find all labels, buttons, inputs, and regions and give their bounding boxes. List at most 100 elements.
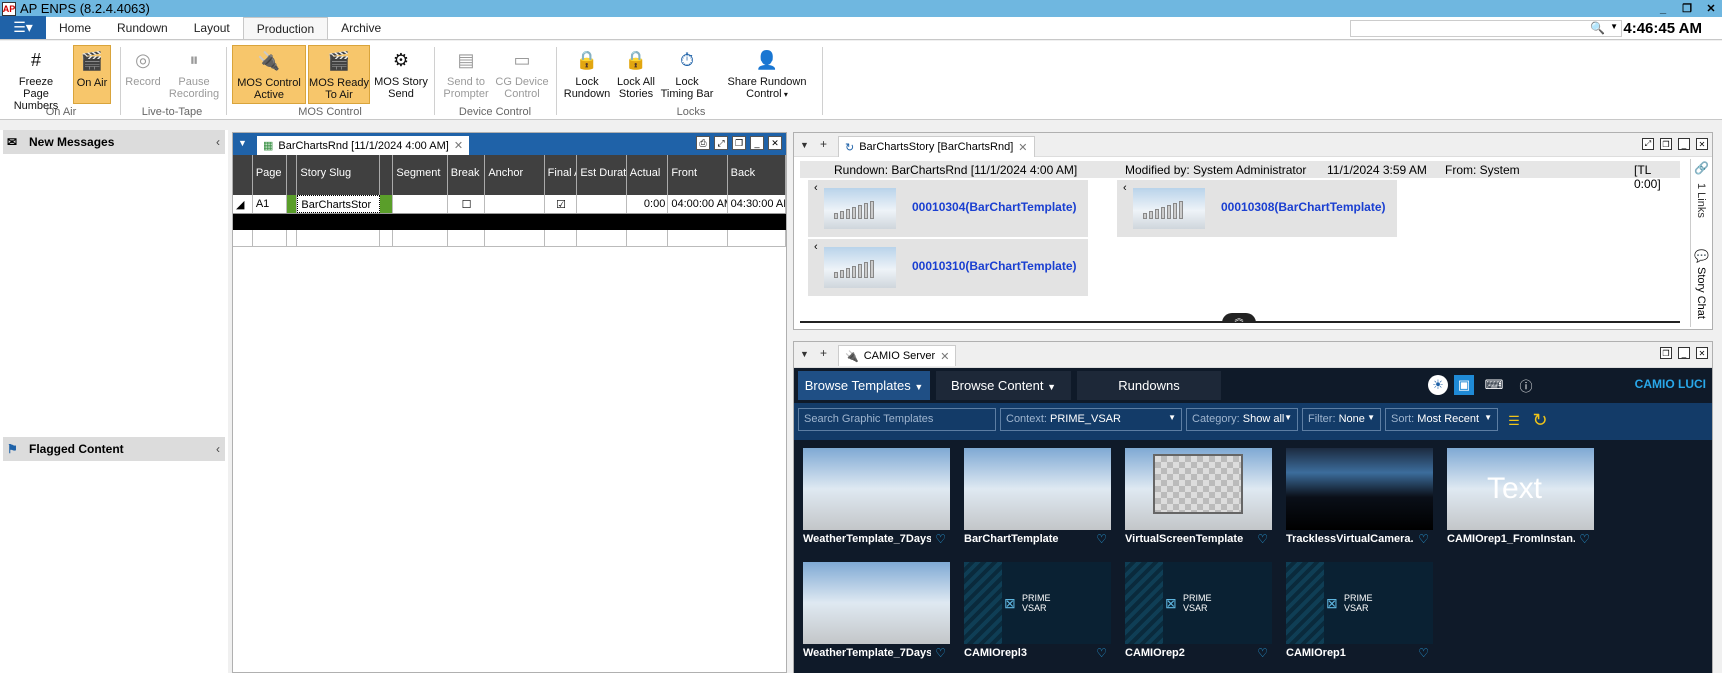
chevron-up-icon[interactable]: ︽ [1222, 313, 1256, 323]
minimize-icon[interactable]: _ [1656, 2, 1670, 16]
category-select[interactable]: Category: Show all ▼ [1186, 408, 1298, 431]
search-icon[interactable]: 🔍 [1590, 21, 1605, 35]
chat-icon[interactable]: 💬 [1694, 249, 1709, 263]
mos-object-link[interactable]: 00010308(BarChartTemplate) [1221, 200, 1386, 214]
template-card[interactable]: Text CAMIOrep1_FromInstan... ♡ [1447, 448, 1594, 546]
app-menu-button[interactable]: ☰▾ [0, 16, 46, 39]
popout-icon[interactable]: ⤢ [1642, 138, 1654, 150]
send-to-prompter-button[interactable]: ▤ Send to Prompter [440, 45, 492, 104]
tab-home[interactable]: Home [46, 17, 104, 39]
template-card[interactable]: ⊠ PRIME VSAR CAMIOrep2 ♡ [1125, 562, 1272, 660]
col-actual[interactable]: Actual [627, 155, 669, 195]
cell-segment[interactable] [393, 195, 448, 213]
table-row[interactable]: ◢ A1 BarChartsStor ☐ ☑ 0:00 04:00:00 AM … [233, 195, 786, 214]
heart-icon[interactable]: ♡ [1257, 532, 1268, 546]
story-chat-tab[interactable]: Story Chat [1695, 267, 1707, 319]
template-card[interactable]: TracklessVirtualCamera... ♡ [1286, 448, 1433, 546]
lock-all-stories-button[interactable]: 🔒 Lock All Stories [614, 45, 658, 104]
heart-icon[interactable]: ♡ [1418, 646, 1429, 660]
links-tab[interactable]: 1 Links [1695, 183, 1707, 218]
close-icon[interactable]: ✕ [1704, 2, 1718, 16]
cell-story-slug[interactable]: BarChartsStor [297, 195, 381, 213]
heart-icon[interactable]: ♡ [1096, 532, 1107, 546]
chevron-down-icon[interactable]: ▼ [1610, 22, 1618, 31]
browse-content-tab[interactable]: Browse Content ▼ [936, 371, 1071, 400]
brightness-icon[interactable]: ☀ [1428, 375, 1448, 395]
tab-rundown[interactable]: Rundown [104, 17, 181, 39]
col-break[interactable]: Break [448, 155, 486, 195]
col-story-slug[interactable]: Story Slug [297, 155, 381, 195]
template-search-input[interactable]: Search Graphic Templates [798, 408, 996, 431]
browse-templates-tab[interactable]: Browse Templates ▼ [798, 371, 930, 400]
heart-icon[interactable]: ♡ [935, 646, 946, 660]
close-icon[interactable]: ✕ [940, 350, 949, 363]
tab-production[interactable]: Production [242, 17, 329, 39]
col-segment[interactable]: Segment [393, 155, 448, 195]
close-icon[interactable]: ✕ [768, 136, 782, 150]
record-button[interactable]: ◎ Record [122, 45, 164, 104]
chevron-left-icon[interactable]: ‹ [814, 241, 818, 253]
flagged-content-header[interactable]: ⚑ Flagged Content ‹ [3, 437, 225, 461]
rundowns-tab[interactable]: Rundowns [1077, 371, 1221, 400]
on-air-button[interactable]: 🎬 On Air [73, 45, 111, 104]
story-tab[interactable]: ↻ BarChartsStory [BarChartsRnd] ✕ [838, 136, 1035, 157]
new-messages-header[interactable]: ✉ New Messages ‹ [3, 130, 225, 154]
restore-icon[interactable]: ❐ [732, 136, 746, 150]
col-anchor[interactable]: Anchor [485, 155, 545, 195]
final-approval-checkbox[interactable]: ☑ [545, 195, 578, 213]
col-page[interactable]: Page [253, 155, 288, 195]
heart-icon[interactable]: ♡ [935, 532, 946, 546]
chevron-down-icon[interactable]: ▼ [800, 140, 809, 150]
mos-object-item[interactable]: ‹ 00010308(BarChartTemplate) [1117, 180, 1397, 237]
save-icon[interactable]: ▣ [1454, 375, 1474, 395]
heart-icon[interactable]: ♡ [1579, 532, 1590, 546]
context-select[interactable]: Context: PRIME_VSAR ▼ [1000, 408, 1182, 431]
chevron-down-icon[interactable]: ▼ [238, 138, 247, 148]
camio-tab[interactable]: 🔌 CAMIO Server ✕ [838, 345, 957, 366]
close-icon[interactable]: ✕ [1696, 347, 1708, 359]
col-back[interactable]: Back [728, 155, 786, 195]
refresh-icon[interactable]: ↻ [1530, 410, 1550, 430]
close-icon[interactable]: ✕ [454, 139, 463, 152]
mos-object-item[interactable]: ‹ 00010310(BarChartTemplate) [808, 239, 1088, 296]
mos-object-link[interactable]: 00010310(BarChartTemplate) [912, 259, 1077, 273]
add-tab-icon[interactable]: + [820, 137, 827, 151]
restore-icon[interactable]: ❐ [1680, 2, 1694, 16]
template-card[interactable]: ⊠ PRIME VSAR CAMIOrep1 ♡ [1286, 562, 1433, 660]
links-icon[interactable]: 🔗 [1694, 161, 1709, 175]
minimize-icon[interactable]: _ [1678, 138, 1690, 150]
template-card[interactable]: ⊠ PRIME VSAR CAMIOrepl3 ♡ [964, 562, 1111, 660]
mos-story-send-button[interactable]: ⚙ MOS Story Send [372, 45, 430, 104]
keyboard-icon[interactable]: ⌨ [1484, 375, 1504, 395]
mos-object-item[interactable]: ‹ 00010304(BarChartTemplate) [808, 180, 1088, 237]
add-tab-icon[interactable]: + [820, 346, 827, 360]
template-card[interactable]: WeatherTemplate_7Days ♡ [803, 562, 950, 660]
cell-est-duration[interactable] [577, 195, 627, 213]
row-expand-icon[interactable]: ◢ [233, 195, 253, 213]
print-icon[interactable]: ⎙ [696, 136, 710, 150]
info-icon[interactable]: ⓘ [1516, 375, 1536, 395]
break-checkbox[interactable]: ☐ [448, 195, 486, 213]
minimize-icon[interactable]: _ [750, 136, 764, 150]
sort-select[interactable]: Sort: Most Recent ▼ [1385, 408, 1498, 431]
filter-select[interactable]: Filter: None ▼ [1302, 408, 1381, 431]
empty-row[interactable] [233, 230, 787, 247]
pause-recording-button[interactable]: ⏸ Pause Recording [166, 45, 222, 104]
tab-layout[interactable]: Layout [181, 17, 243, 39]
heart-icon[interactable]: ♡ [1096, 646, 1107, 660]
col-final-a[interactable]: Final A [545, 155, 578, 195]
heart-icon[interactable]: ♡ [1257, 646, 1268, 660]
restore-icon[interactable]: ❐ [1660, 138, 1672, 150]
cell-page[interactable]: A1 [253, 195, 288, 213]
template-card[interactable]: BarChartTemplate ♡ [964, 448, 1111, 546]
share-rundown-control-button[interactable]: 👤 Share Rundown Control ▾ [718, 45, 816, 104]
chevron-left-icon[interactable]: ‹ [216, 135, 220, 149]
tab-archive[interactable]: Archive [328, 17, 394, 39]
rundown-tab[interactable]: ▦ BarChartsRnd [11/1/2024 4:00 AM] ✕ [257, 136, 470, 155]
chevron-left-icon[interactable]: ‹ [1123, 182, 1127, 194]
col-est-duration[interactable]: Est Durat [577, 155, 627, 195]
cg-device-control-button[interactable]: ▭ CG Device Control [494, 45, 550, 104]
popout-icon[interactable]: ⤢ [714, 136, 728, 150]
list-view-icon[interactable]: ☰ [1504, 411, 1524, 431]
restore-icon[interactable]: ❐ [1660, 347, 1672, 359]
